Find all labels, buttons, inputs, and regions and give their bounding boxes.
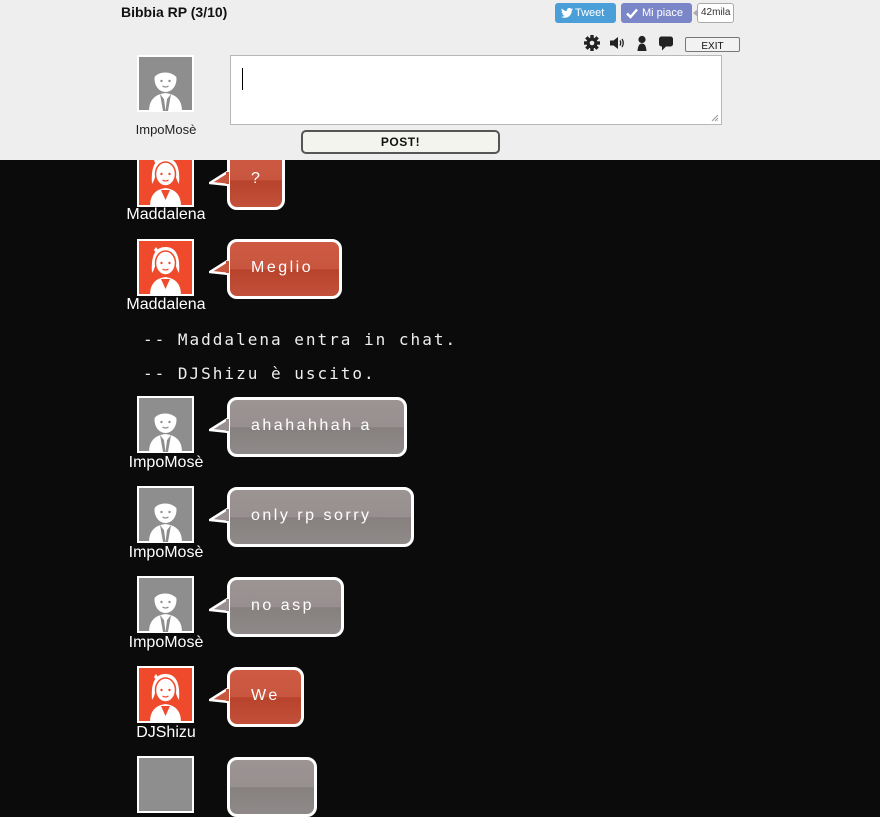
checkmark-icon (626, 8, 638, 19)
tweet-label: Tweet (575, 7, 605, 19)
room-title: Bibbia RP (3/10) (121, 4, 228, 20)
username: ImpoMosè (128, 544, 204, 561)
message-bubble: only rp sorry (209, 487, 414, 547)
exit-button[interactable]: EXIT (685, 37, 740, 52)
avatar-icon[interactable] (137, 756, 194, 813)
message-bubble: no asp (209, 577, 344, 637)
message-bubble: We (209, 667, 304, 727)
message-text: ahahahhah a (251, 417, 372, 434)
message-bubble (227, 757, 317, 817)
username: DJShizu (136, 724, 196, 741)
twitter-bird-icon (561, 8, 573, 18)
like-count: 42mila (692, 3, 735, 23)
message-input[interactable] (230, 55, 722, 125)
message-text: only rp sorry (251, 507, 372, 524)
text-caret (242, 68, 243, 90)
my-username: ImpoMosè (135, 122, 197, 137)
chat-header: Bibbia RP (3/10) Tweet Mi piace 42mila E… (0, 0, 880, 160)
speaker-icon[interactable] (608, 34, 626, 52)
avatar-icon[interactable] (137, 396, 194, 453)
resize-grip-icon[interactable] (711, 114, 719, 122)
username: Maddalena (126, 296, 206, 313)
message-text: Meglio (251, 259, 314, 276)
settings-icon[interactable] (583, 34, 601, 52)
system-message: -- Maddalena entra in chat. (143, 330, 458, 349)
message-text: ? (251, 170, 263, 187)
bubble-tail (209, 417, 229, 434)
bubble-tail (209, 259, 229, 276)
message-text: no asp (251, 597, 315, 614)
user-icon[interactable] (633, 34, 651, 52)
bubble-tail (209, 170, 229, 187)
message-text: We (251, 687, 280, 704)
like-label: Mi piace (642, 7, 683, 19)
username: ImpoMosè (128, 454, 204, 471)
bubble-tail (209, 687, 229, 704)
message-bubble: Meglio (209, 239, 342, 299)
avatar-icon[interactable] (137, 239, 194, 296)
bubble-tail (209, 507, 229, 524)
tweet-button[interactable]: Tweet (555, 3, 616, 23)
username: ImpoMosè (128, 634, 204, 651)
speech-bubble-icon[interactable] (657, 34, 675, 52)
bubble-tail (209, 597, 229, 614)
avatar-icon[interactable] (137, 486, 194, 543)
like-button[interactable]: Mi piace (621, 3, 692, 23)
message-bubble: ahahahhah a (209, 397, 407, 457)
my-avatar-icon[interactable] (137, 55, 194, 112)
post-button[interactable]: POST! (301, 130, 500, 154)
system-message: -- DJShizu è uscito. (143, 364, 376, 383)
username: Maddalena (126, 206, 206, 223)
avatar-icon[interactable] (137, 576, 194, 633)
avatar-icon[interactable] (137, 666, 194, 723)
